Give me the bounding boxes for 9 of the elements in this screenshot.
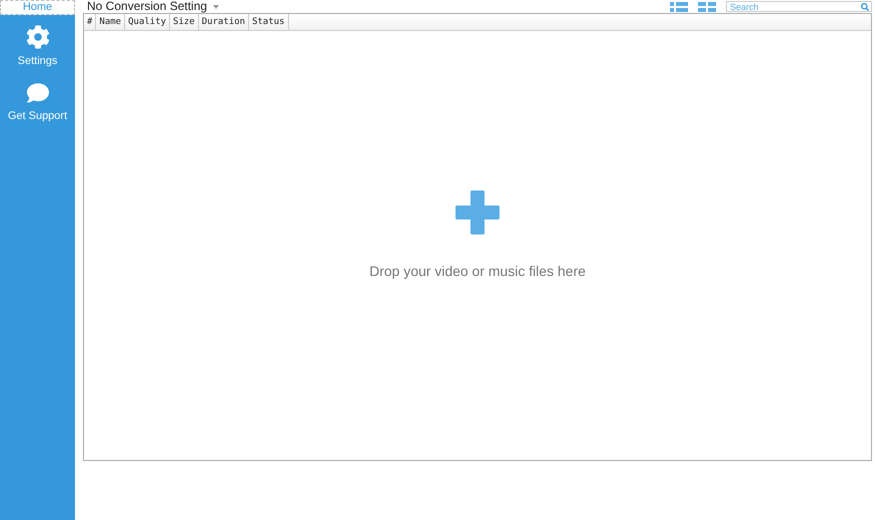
conversion-setting-dropdown[interactable]: No Conversion Setting [87, 0, 220, 13]
column-header[interactable]: Name [96, 14, 126, 30]
column-header[interactable]: Size [170, 14, 199, 30]
column-header[interactable]: Quality [125, 14, 170, 30]
column-header[interactable]: Duration [198, 14, 250, 30]
column-header[interactable]: Status [249, 14, 289, 30]
drop-hint: Drop your video or music files here [369, 262, 586, 281]
column-header[interactable]: # [84, 14, 96, 30]
search-field[interactable]: Search [726, 1, 872, 12]
